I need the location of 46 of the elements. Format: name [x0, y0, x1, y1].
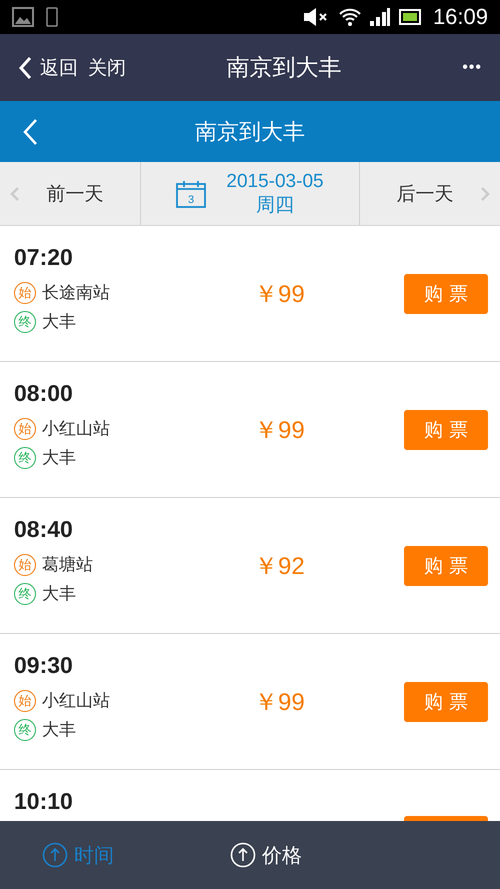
phone-icon — [46, 7, 58, 27]
start-station: 小红山站 — [42, 418, 110, 440]
departure-time: 08:40 — [14, 516, 74, 543]
start-tag: 始 — [14, 690, 36, 712]
more-button[interactable]: ••• — [462, 58, 482, 76]
wifi-icon — [338, 7, 361, 27]
end-tag: 终 — [14, 718, 36, 740]
back-icon[interactable] — [22, 118, 38, 146]
departure-time: 08:00 — [14, 380, 74, 407]
price: ￥99 — [254, 280, 306, 310]
start-station: 葛塘站 — [42, 554, 93, 576]
date-text: 2015-03-05 — [226, 170, 324, 194]
end-station: 大丰 — [42, 311, 76, 333]
end-station: 大丰 — [42, 447, 76, 469]
price: ￥99 — [254, 416, 306, 446]
price: ￥99 — [254, 688, 306, 718]
close-button[interactable]: 关闭 — [88, 54, 126, 80]
chevron-left-icon — [10, 186, 20, 202]
signal-icon — [368, 7, 391, 27]
weekday-text: 周四 — [256, 194, 294, 218]
start-station: 长途南站 — [42, 282, 110, 304]
end-station: 大丰 — [42, 583, 76, 605]
end-tag: 终 — [14, 582, 36, 604]
end-tag: 终 — [14, 310, 36, 332]
end-tag: 终 — [14, 446, 36, 468]
departure-time: 10:10 — [14, 788, 74, 815]
nav-title: 南京到大丰 — [226, 54, 343, 83]
start-tag: 始 — [14, 418, 36, 440]
price: ￥92 — [254, 552, 306, 582]
start-station: 小红山站 — [42, 690, 110, 712]
start-tag: 始 — [14, 554, 36, 576]
sort-tab[interactable]: 价格 — [230, 842, 302, 868]
chevron-left-icon — [18, 56, 32, 80]
back-button[interactable]: 返回 — [18, 54, 78, 80]
departure-time: 07:20 — [14, 244, 74, 271]
end-station: 大丰 — [42, 719, 76, 741]
header-title: 南京到大丰 — [194, 118, 306, 146]
clock: 16:09 — [432, 4, 488, 30]
image-icon — [12, 7, 34, 27]
prev-day-button[interactable]: 前一天 — [0, 162, 140, 225]
calendar-icon: 3 — [176, 180, 206, 208]
battery-icon — [398, 9, 421, 25]
start-tag: 始 — [14, 282, 36, 304]
next-day-button[interactable]: 后一天 — [360, 162, 500, 225]
chevron-right-icon — [480, 186, 490, 202]
departure-time: 09:30 — [14, 652, 74, 679]
